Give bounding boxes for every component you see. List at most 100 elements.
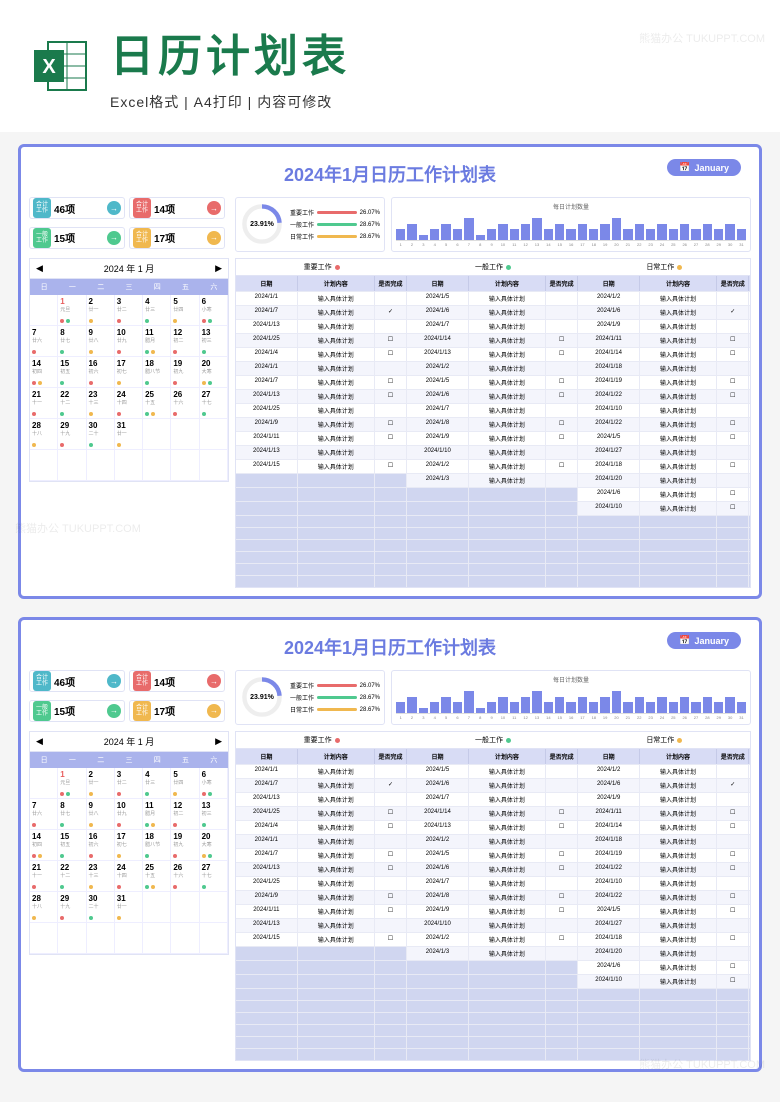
task-cell[interactable]: 输入具体计划 <box>298 390 375 403</box>
task-cell[interactable]: 2024/1/7 <box>407 320 469 333</box>
calendar-cell[interactable]: 31廿一 <box>115 892 143 923</box>
task-cell[interactable]: 输入具体计划 <box>298 891 375 904</box>
task-cell[interactable]: ☐ <box>375 821 407 834</box>
task-cell[interactable]: 输入具体计划 <box>469 292 546 305</box>
task-cell[interactable]: 2024/1/1 <box>236 292 298 305</box>
calendar-cell[interactable]: 30二十 <box>87 419 115 450</box>
calendar-cell[interactable]: 11腊月 <box>143 326 171 357</box>
task-cell[interactable]: ☐ <box>546 552 578 563</box>
task-cell[interactable] <box>407 961 469 974</box>
task-cell[interactable] <box>640 989 717 1000</box>
task-cell[interactable]: 2024/1/13 <box>407 348 469 361</box>
task-cell[interactable]: ☐ <box>717 576 749 587</box>
task-cell[interactable]: ☐ <box>375 863 407 876</box>
calendar-cell[interactable]: 12初二 <box>171 799 199 830</box>
task-cell[interactable]: 2024/1/27 <box>578 446 640 459</box>
task-cell[interactable]: 2024/1/13 <box>407 821 469 834</box>
task-cell[interactable]: ☐ <box>717 821 749 834</box>
task-cell[interactable]: 2024/1/5 <box>407 376 469 389</box>
task-cell[interactable] <box>640 516 717 527</box>
task-cell[interactable]: ☐ <box>375 552 407 563</box>
task-cell[interactable]: 输入具体计划 <box>640 432 717 445</box>
task-cell[interactable]: 2024/1/7 <box>236 779 298 792</box>
task-cell[interactable] <box>407 989 469 1000</box>
task-cell[interactable]: 输入具体计划 <box>298 835 375 848</box>
calendar-cell[interactable] <box>115 450 143 481</box>
task-cell[interactable]: ☐ <box>546 540 578 551</box>
task-cell[interactable] <box>236 474 298 487</box>
task-cell[interactable]: ☐ <box>375 334 407 347</box>
task-cell[interactable]: ☐ <box>375 528 407 539</box>
calendar-cell[interactable]: 11腊月 <box>143 799 171 830</box>
task-cell[interactable] <box>469 502 546 515</box>
task-cell[interactable]: 2024/1/6 <box>578 306 640 319</box>
cal-next[interactable]: ▶ <box>215 263 222 274</box>
task-cell[interactable] <box>298 474 375 487</box>
task-cell[interactable]: ☐ <box>717 863 749 876</box>
task-cell[interactable] <box>236 1037 298 1048</box>
task-cell[interactable]: 输入具体计划 <box>298 849 375 862</box>
task-cell[interactable] <box>717 793 749 806</box>
task-cell[interactable]: 输入具体计划 <box>640 488 717 501</box>
task-cell[interactable]: 2024/1/2 <box>578 292 640 305</box>
task-cell[interactable] <box>717 474 749 487</box>
task-cell[interactable]: 2024/1/7 <box>407 793 469 806</box>
task-cell[interactable]: 输入具体计划 <box>640 418 717 431</box>
task-cell[interactable] <box>407 502 469 515</box>
task-cell[interactable]: ☐ <box>546 961 578 974</box>
task-cell[interactable]: ☐ <box>375 348 407 361</box>
task-cell[interactable]: 2024/1/10 <box>578 502 640 515</box>
task-cell[interactable] <box>298 552 375 563</box>
task-cell[interactable] <box>375 404 407 417</box>
task-cell[interactable]: ☐ <box>375 576 407 587</box>
task-cell[interactable]: ☐ <box>546 432 578 445</box>
task-cell[interactable]: ✓ <box>717 306 749 319</box>
task-cell[interactable]: ☐ <box>375 947 407 960</box>
task-cell[interactable]: 输入具体计划 <box>640 891 717 904</box>
calendar-cell[interactable]: 27十七 <box>200 861 228 892</box>
task-cell[interactable] <box>717 320 749 333</box>
task-cell[interactable] <box>407 516 469 527</box>
task-cell[interactable]: 输入具体计划 <box>640 849 717 862</box>
task-cell[interactable]: 输入具体计划 <box>298 821 375 834</box>
task-cell[interactable] <box>298 564 375 575</box>
task-cell[interactable] <box>640 576 717 587</box>
task-cell[interactable] <box>298 947 375 960</box>
task-cell[interactable]: 2024/1/4 <box>236 348 298 361</box>
calendar-cell[interactable]: 1元旦 <box>58 295 86 326</box>
task-cell[interactable] <box>375 446 407 459</box>
task-cell[interactable] <box>407 1049 469 1060</box>
task-cell[interactable]: ☐ <box>375 460 407 473</box>
task-cell[interactable]: 2024/1/13 <box>236 863 298 876</box>
task-cell[interactable]: ☐ <box>717 564 749 575</box>
task-cell[interactable]: ☐ <box>375 1025 407 1036</box>
task-cell[interactable]: ☐ <box>546 516 578 527</box>
calendar-cell[interactable]: 5廿四 <box>171 295 199 326</box>
task-cell[interactable]: ☐ <box>717 390 749 403</box>
task-cell[interactable] <box>375 793 407 806</box>
task-cell[interactable] <box>469 975 546 988</box>
task-cell[interactable] <box>407 1025 469 1036</box>
task-cell[interactable]: 输入具体计划 <box>469 418 546 431</box>
task-cell[interactable]: ☐ <box>375 564 407 575</box>
task-cell[interactable] <box>407 488 469 501</box>
task-cell[interactable] <box>546 779 578 792</box>
task-cell[interactable]: 2024/1/13 <box>236 390 298 403</box>
task-cell[interactable]: ☐ <box>375 1013 407 1024</box>
calendar-cell[interactable] <box>58 923 86 954</box>
task-cell[interactable]: 输入具体计划 <box>640 376 717 389</box>
task-cell[interactable]: 输入具体计划 <box>469 821 546 834</box>
task-cell[interactable]: ☐ <box>375 891 407 904</box>
task-cell[interactable]: 2024/1/20 <box>578 474 640 487</box>
task-cell[interactable]: 2024/1/7 <box>236 849 298 862</box>
task-cell[interactable]: ☐ <box>546 564 578 575</box>
task-cell[interactable]: 2024/1/3 <box>407 947 469 960</box>
task-cell[interactable]: 2024/1/25 <box>236 807 298 820</box>
task-cell[interactable]: 输入具体计划 <box>640 933 717 946</box>
calendar-cell[interactable]: 19初九 <box>171 357 199 388</box>
task-cell[interactable] <box>298 1013 375 1024</box>
task-cell[interactable]: ☐ <box>546 418 578 431</box>
task-cell[interactable]: ☐ <box>375 961 407 974</box>
task-cell[interactable]: ☐ <box>375 432 407 445</box>
task-cell[interactable] <box>640 1013 717 1024</box>
